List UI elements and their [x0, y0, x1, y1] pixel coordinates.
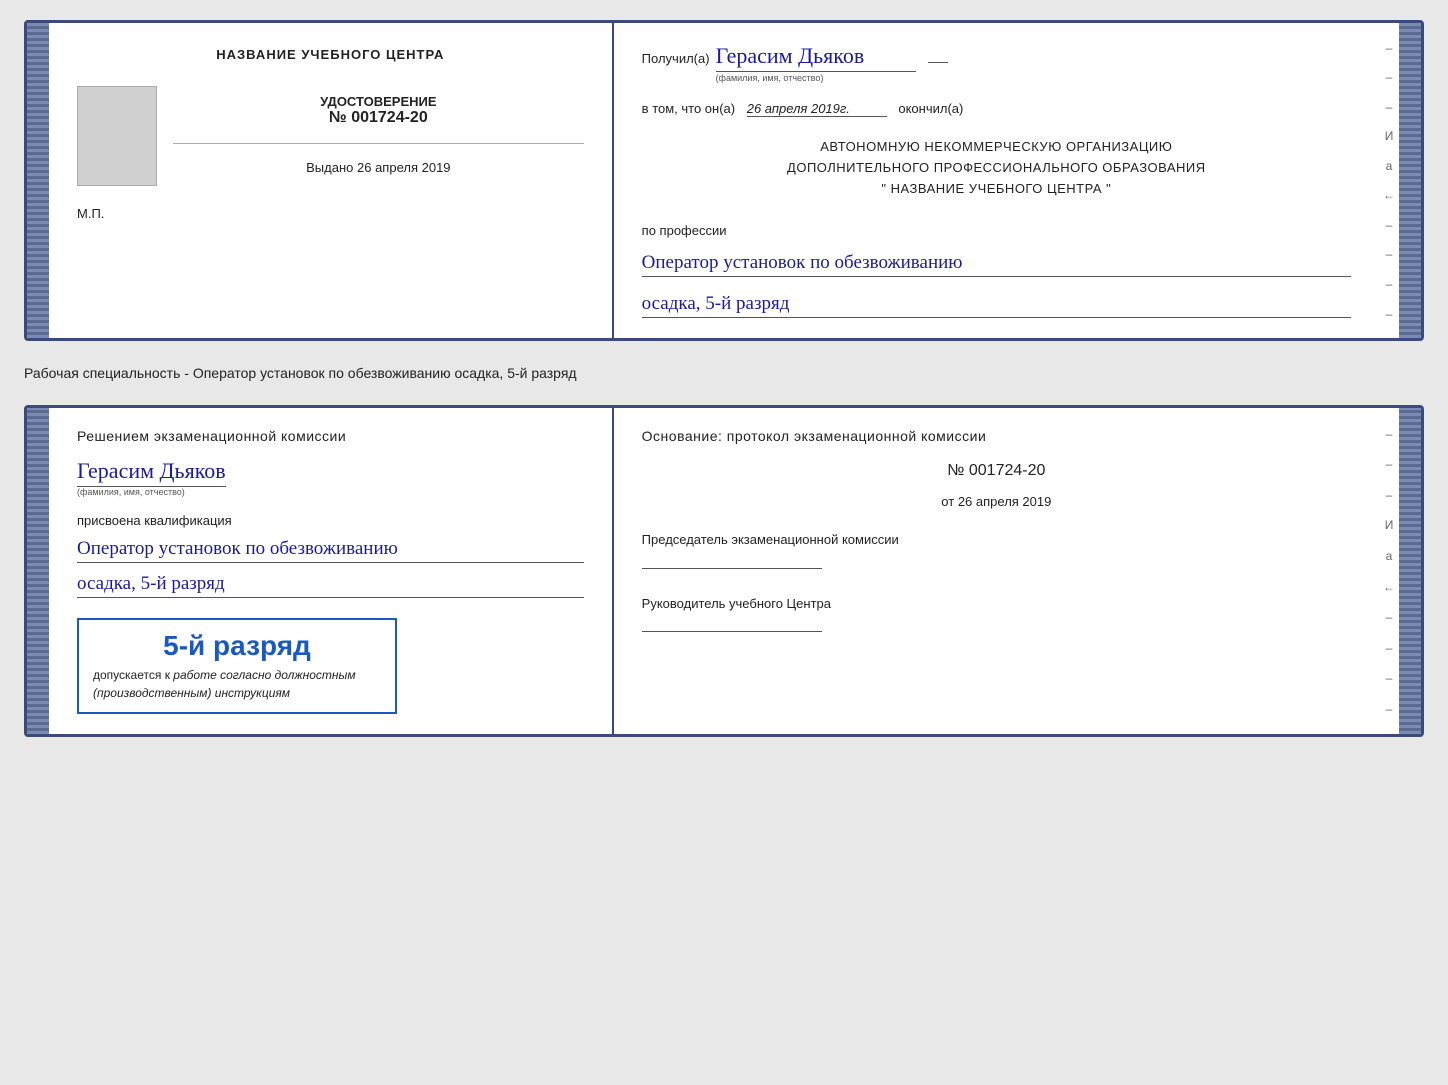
org-block: АВТОНОМНУЮ НЕКОММЕРЧЕСКУЮ ОРГАНИЗАЦИЮ ДО…	[642, 137, 1351, 199]
photo-row: УДОСТОВЕРЕНИЕ № 001724-20 Выдано 26 апре…	[77, 86, 584, 186]
commission-name-block: Герасим Дьяков (фамилия, имя, отчество)	[77, 454, 584, 497]
bottom-doc-left: Решением экзаменационной комиссии Гераси…	[49, 408, 614, 734]
chairman-label: Председатель экзаменационной комиссии	[642, 531, 1351, 549]
recipient-name-block: Герасим Дьяков (фамилия, имя, отчество)	[716, 43, 916, 83]
qualification-label: присвоена квалификация	[77, 513, 584, 528]
dash-decoration	[928, 62, 948, 63]
separator-text: Рабочая специальность - Оператор установ…	[24, 357, 1424, 389]
top-doc-left: НАЗВАНИЕ УЧЕБНОГО ЦЕНТРА УДОСТОВЕРЕНИЕ №…	[49, 23, 614, 338]
stamp-prefix: допускается к	[93, 668, 170, 682]
qualification-line1: Оператор установок по обезвоживанию	[77, 538, 584, 563]
director-sig-line	[642, 631, 822, 632]
stamp-text: допускается к работе согласно должностны…	[93, 666, 381, 702]
qualification-line2: осадка, 5-й разряд	[77, 573, 584, 598]
profession-label: по профессии	[642, 223, 1351, 238]
recipient-line: Получил(а) Герасим Дьяков (фамилия, имя,…	[642, 43, 1351, 83]
date-label: в том, что он(а)	[642, 101, 735, 116]
sep-line	[173, 143, 584, 144]
received-label: Получил(а)	[642, 51, 710, 66]
stamp-rank: 5-й разряд	[93, 630, 381, 662]
cert-date-line: в том, что он(а) 26 апреля 2019г. окончи…	[642, 101, 1351, 117]
protocol-date-value: 26 апреля 2019	[958, 494, 1052, 509]
left-texture-top	[27, 23, 49, 338]
director-label: Руководитель учебного Центра	[642, 595, 1351, 613]
right-texture-top	[1399, 23, 1421, 338]
cert-label: УДОСТОВЕРЕНИЕ	[320, 94, 436, 109]
date-prefix: от	[941, 494, 954, 509]
recipient-name: Герасим Дьяков	[716, 43, 916, 72]
commission-name: Герасим Дьяков	[77, 458, 226, 487]
right-texture-bottom	[1399, 408, 1421, 734]
bottom-doc-right: Основание: протокол экзаменационной коми…	[614, 408, 1379, 734]
protocol-number: № 001724-20	[642, 462, 1351, 480]
chairman-sig-line	[642, 568, 822, 569]
photo-placeholder	[77, 86, 157, 186]
page-wrapper: НАЗВАНИЕ УЧЕБНОГО ЦЕНТРА УДОСТОВЕРЕНИЕ №…	[24, 20, 1424, 737]
right-marks-top: – – – И а ← – – – –	[1379, 23, 1399, 338]
org-line3: " НАЗВАНИЕ УЧЕБНОГО ЦЕНТРА "	[642, 179, 1351, 200]
profession-line2: осадка, 5-й разряд	[642, 293, 1351, 318]
name-subtitle-top: (фамилия, имя, отчество)	[716, 73, 824, 83]
commission-title: Решением экзаменационной комиссии	[77, 428, 584, 444]
cert-id-col: УДОСТОВЕРЕНИЕ № 001724-20 Выдано 26 апре…	[173, 86, 584, 175]
basis-label: Основание: протокол экзаменационной коми…	[642, 428, 1351, 444]
date-value: 26 апреля 2019г.	[747, 101, 887, 117]
issued-date: Выдано 26 апреля 2019	[306, 160, 450, 175]
chairman-block: Председатель экзаменационной комиссии	[642, 531, 1351, 572]
bottom-document: Решением экзаменационной комиссии Гераси…	[24, 405, 1424, 737]
finished-label: окончил(а)	[898, 101, 963, 116]
director-block: Руководитель учебного Центра	[642, 595, 1351, 636]
profession-line1: Оператор установок по обезвоживанию	[642, 252, 1351, 277]
org-line1: АВТОНОМНУЮ НЕКОММЕРЧЕСКУЮ ОРГАНИЗАЦИЮ	[642, 137, 1351, 158]
top-doc-right: Получил(а) Герасим Дьяков (фамилия, имя,…	[614, 23, 1379, 338]
left-texture-bottom	[27, 408, 49, 734]
cert-id-section: УДОСТОВЕРЕНИЕ № 001724-20	[320, 94, 436, 127]
cert-number: № 001724-20	[320, 109, 436, 127]
commission-name-sub: (фамилия, имя, отчество)	[77, 487, 185, 497]
issued-label: Выдано	[306, 160, 353, 175]
mp-label: М.П.	[77, 206, 584, 221]
right-marks-bottom: – – – И а ← – – – –	[1379, 408, 1399, 734]
issued-date-value: 26 апреля 2019	[357, 160, 451, 175]
cert-school-title: НАЗВАНИЕ УЧЕБНОГО ЦЕНТРА	[77, 47, 584, 62]
stamp-box: 5-й разряд допускается к работе согласно…	[77, 618, 397, 714]
org-line2: ДОПОЛНИТЕЛЬНОГО ПРОФЕССИОНАЛЬНОГО ОБРАЗО…	[642, 158, 1351, 179]
protocol-date: от 26 апреля 2019	[642, 494, 1351, 509]
top-document: НАЗВАНИЕ УЧЕБНОГО ЦЕНТРА УДОСТОВЕРЕНИЕ №…	[24, 20, 1424, 341]
